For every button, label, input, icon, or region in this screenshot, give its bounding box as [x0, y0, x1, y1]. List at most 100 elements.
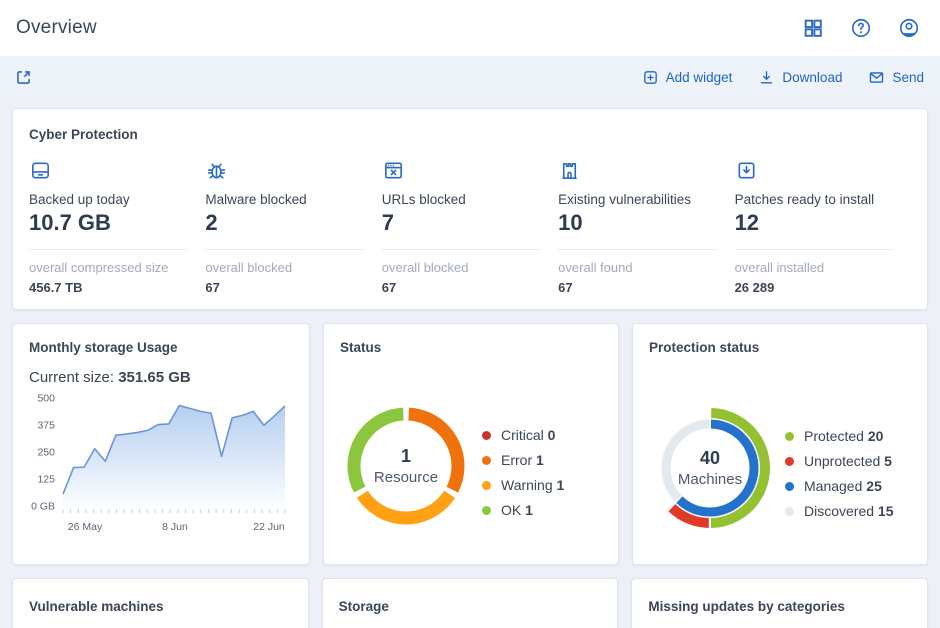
svg-text:22 Jun: 22 Jun — [253, 521, 285, 533]
cyber-protection-widget: Cyber Protection Backed up today 10.7 GB… — [12, 108, 928, 310]
stat-sub-label: overall compressed size — [29, 260, 187, 275]
warning-dot-icon — [482, 481, 491, 490]
monthly-storage-widget: Monthly storage Usage Current size: 351.… — [12, 323, 310, 565]
current-size: Current size: 351.65 GB — [29, 369, 293, 386]
legend-item-discovered: Discovered 15 — [785, 503, 894, 519]
stat-label: Patches ready to install — [735, 192, 893, 207]
storage-widget: Storage — [322, 578, 619, 628]
add-widget-icon — [642, 69, 659, 86]
divider — [382, 249, 540, 250]
legend-item-managed: Managed 25 — [785, 478, 894, 494]
stat-sub-label: overall blocked — [205, 260, 363, 275]
stat-sub-label: overall blocked — [382, 260, 540, 275]
stat-value: 10.7 GB — [29, 210, 187, 236]
stat-urls-blocked: URLs blocked 7 overall blocked 67 — [382, 159, 558, 295]
stat-label: Existing vulnerabilities — [558, 192, 716, 207]
stat-value: 2 — [205, 210, 363, 236]
legend-item-ok: OK 1 — [482, 502, 564, 518]
stat-sub-label: overall installed — [735, 260, 893, 275]
storage-title: Storage — [339, 599, 602, 614]
svg-text:500: 500 — [37, 393, 55, 405]
status-donut-chart: 1 Resource — [344, 404, 468, 528]
status-legend: Critical 0 Error 1 Warning 1 OK 1 — [482, 427, 564, 527]
stat-sub-value: 26 289 — [735, 280, 893, 295]
protection-status-title: Protection status — [649, 340, 911, 355]
toolbar: Add widget Download Send — [0, 56, 940, 98]
send-label: Send — [892, 70, 924, 85]
vulnerable-machines-widget: Vulnerable machines — [12, 578, 309, 628]
cyber-protection-stats: Backed up today 10.7 GB overall compress… — [29, 159, 911, 295]
unprotected-dot-icon — [785, 457, 794, 466]
stat-sub-value: 67 — [205, 280, 363, 295]
stat-existing-vulnerabilities: Existing vulnerabilities 10 overall foun… — [558, 159, 734, 295]
svg-text:375: 375 — [37, 420, 55, 432]
download-label: Download — [782, 70, 842, 85]
download-button[interactable]: Download — [758, 69, 842, 86]
vulnerability-fortress-icon — [558, 159, 716, 183]
svg-text:8 Jun: 8 Jun — [162, 521, 188, 533]
divider — [205, 249, 363, 250]
send-button[interactable]: Send — [868, 69, 924, 86]
managed-dot-icon — [785, 482, 794, 491]
stat-backed-up-today: Backed up today 10.7 GB overall compress… — [29, 159, 205, 295]
svg-text:125: 125 — [37, 474, 55, 486]
stat-label: Malware blocked — [205, 192, 363, 207]
help-icon[interactable] — [850, 17, 872, 39]
monthly-storage-title: Monthly storage Usage — [29, 340, 293, 355]
send-mail-icon — [868, 69, 885, 86]
apps-grid-icon[interactable] — [802, 17, 824, 39]
stat-patches-ready: Patches ready to install 12 overall inst… — [735, 159, 911, 295]
divider — [29, 249, 187, 250]
open-in-new-window-icon[interactable] — [14, 68, 33, 87]
add-widget-label: Add widget — [666, 70, 733, 85]
stat-sub-value: 456.7 TB — [29, 280, 187, 295]
error-dot-icon — [482, 456, 491, 465]
account-icon[interactable] — [898, 17, 920, 39]
svg-text:0 GB: 0 GB — [31, 501, 55, 513]
malware-bug-icon — [205, 159, 363, 183]
stat-sub-label: overall found — [558, 260, 716, 275]
discovered-dot-icon — [785, 507, 794, 516]
stat-label: Backed up today — [29, 192, 187, 207]
legend-item-protected: Protected 20 — [785, 428, 894, 444]
stat-sub-value: 67 — [382, 280, 540, 295]
stat-sub-value: 67 — [558, 280, 716, 295]
patch-install-icon — [735, 159, 893, 183]
legend-item-error: Error 1 — [482, 452, 564, 468]
header: Overview — [0, 0, 940, 56]
protected-dot-icon — [785, 432, 794, 441]
stat-value: 7 — [382, 210, 540, 236]
ok-dot-icon — [482, 506, 491, 515]
page-title: Overview — [16, 17, 97, 39]
svg-text:250: 250 — [37, 447, 55, 459]
dashboard: Cyber Protection Backed up today 10.7 GB… — [0, 98, 940, 628]
stat-value: 10 — [558, 210, 716, 236]
divider — [735, 249, 893, 250]
stat-label: URLs blocked — [382, 192, 540, 207]
download-icon — [758, 69, 775, 86]
critical-dot-icon — [482, 431, 491, 440]
current-size-label: Current size: — [29, 369, 114, 386]
blocked-url-icon — [382, 159, 540, 183]
status-widget: Status 1 Resource Critical 0 Error 1 — [323, 323, 619, 565]
cyber-protection-title: Cyber Protection — [29, 127, 911, 142]
protection-status-widget: Protection status 40 Machines Protected … — [632, 323, 928, 565]
stat-malware-blocked: Malware blocked 2 overall blocked 67 — [205, 159, 381, 295]
legend-item-warning: Warning 1 — [482, 477, 564, 493]
missing-updates-title: Missing updates by categories — [648, 599, 911, 614]
backup-drive-icon — [29, 159, 187, 183]
stat-value: 12 — [735, 210, 893, 236]
legend-item-unprotected: Unprotected 5 — [785, 453, 894, 469]
status-title: Status — [340, 340, 602, 355]
svg-text:26 May: 26 May — [68, 521, 103, 533]
protection-donut-chart: 40 Machines — [648, 406, 772, 530]
protection-legend: Protected 20 Unprotected 5 Managed 25 Di… — [785, 428, 894, 528]
divider — [558, 249, 716, 250]
storage-area-chart: 0 GB 125 250 375 500 26 May 8 Jun 22 Jun — [29, 390, 293, 538]
current-size-value: 351.65 GB — [118, 369, 191, 386]
vulnerable-machines-title: Vulnerable machines — [29, 599, 292, 614]
missing-updates-widget: Missing updates by categories — [631, 578, 928, 628]
header-icons — [802, 17, 920, 39]
legend-item-critical: Critical 0 — [482, 427, 564, 443]
add-widget-button[interactable]: Add widget — [642, 69, 733, 86]
